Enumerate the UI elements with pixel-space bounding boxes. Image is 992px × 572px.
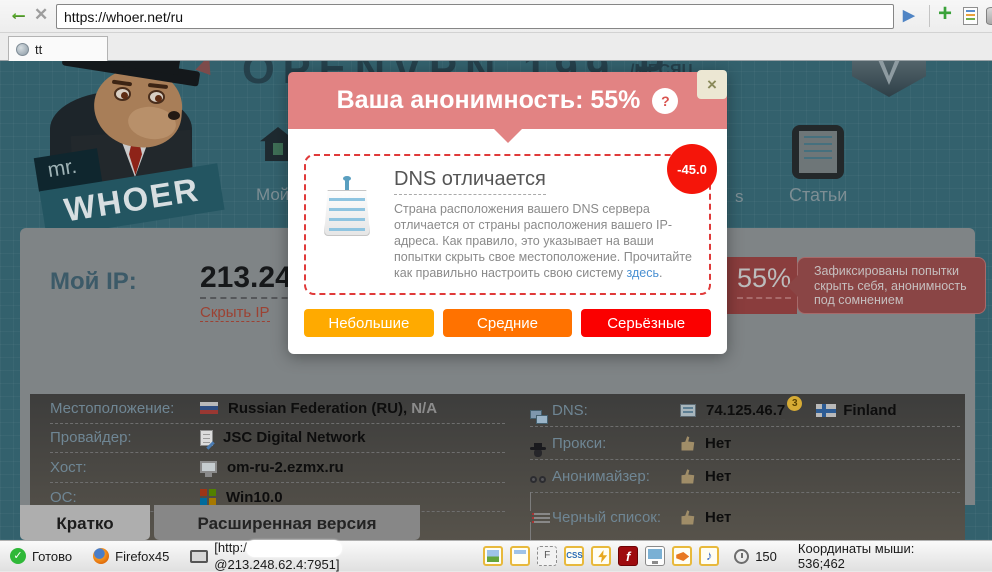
mouse-coordinates: Координаты мыши: 536;462: [798, 541, 982, 571]
server-icon: [680, 404, 696, 417]
row-value: Нет: [705, 435, 731, 452]
table-row: Местоположение: Russian Federation (RU),…: [50, 394, 505, 424]
page-style-icon[interactable]: [963, 7, 978, 25]
firefox-version: Firefox45: [115, 549, 169, 564]
proxy-computer-icon: [190, 550, 208, 563]
stop-icon[interactable]: ✕: [34, 5, 48, 25]
blacklist-icon: [530, 492, 552, 540]
anonymity-modal: × Ваша анонимность: 55% ? DNS отличается…: [288, 72, 727, 354]
monitor-icon: [200, 461, 217, 473]
row-label: Местоположение:: [50, 400, 200, 417]
row-value: Win10.0: [226, 489, 283, 506]
modal-title: Ваша анонимность: 55%: [337, 86, 641, 115]
info-table-right-column: DNS: 74.125.46.73 Finland Прокси: Нет Ан…: [530, 394, 960, 540]
anonymity-percent[interactable]: 55%: [737, 263, 791, 299]
row-value: om-ru-2.ezmx.ru: [227, 459, 344, 476]
table-row: Провайдер: JSC Digital Network: [50, 424, 505, 454]
dns-warning-box: DNS отличается Страна расположения вашег…: [304, 154, 711, 295]
table-row: Прокси: Нет: [530, 427, 960, 460]
url-input[interactable]: [56, 4, 894, 29]
page-viewport: OPENVPN 199 ₽ /МЕСЯЦ mr. WHOER Мой s Ста…: [0, 61, 992, 540]
provider-doc-icon: [200, 430, 213, 446]
help-icon[interactable]: ?: [652, 88, 678, 114]
dns-ip[interactable]: 74.125.46.7: [706, 402, 785, 420]
modal-header: Ваша анонимность: 55% ?: [288, 72, 727, 129]
tab-title: tt: [35, 42, 42, 57]
timer-icon: [734, 549, 749, 564]
modal-body: DNS отличается Страна расположения вашег…: [288, 129, 727, 354]
dns-server-icon: [318, 168, 380, 281]
tab-brief[interactable]: Кратко: [20, 505, 150, 540]
medium-issues-button[interactable]: Средние: [443, 309, 573, 337]
window-tool-icon[interactable]: [510, 546, 530, 566]
row-label: Анонимайзер:: [552, 468, 680, 485]
table-row: Хост: om-ru-2.ezmx.ru: [50, 453, 505, 483]
row-label: Провайдер:: [50, 429, 200, 446]
add-icon[interactable]: +: [938, 0, 952, 28]
row-label: Черный список:: [552, 509, 680, 526]
row-label: Прокси:: [552, 435, 680, 452]
timer-value: 150: [755, 549, 777, 564]
ready-check-icon: ✓: [10, 548, 26, 564]
anonymity-warning-bubble: Зафиксированы попытки скрыть себя, анони…: [797, 257, 986, 314]
table-row: Анонимайзер: Нет: [530, 460, 960, 493]
row-label: DNS:: [552, 402, 680, 419]
row-value: Нет: [705, 468, 731, 485]
here-link[interactable]: здесь: [627, 266, 659, 280]
tab-strip: tt: [0, 33, 992, 61]
browser-toolbar: ← ✕ ▶ +: [0, 0, 992, 33]
globe-icon: [16, 43, 29, 56]
windows-icon: [200, 489, 216, 505]
redacted-blob: [246, 540, 342, 557]
status-bar: ✓ Готово Firefox45 [http://@213.248.62.4…: [0, 540, 992, 571]
tab-extended[interactable]: Расширенная версия: [154, 505, 420, 540]
hide-ip-link[interactable]: Скрыть IP: [200, 304, 270, 322]
table-row: Черный список: Нет: [530, 493, 960, 540]
flag-ru-icon: [200, 402, 218, 414]
thumb-up-icon: [680, 436, 695, 451]
ready-status: Готово: [32, 549, 72, 564]
horn-tool-icon[interactable]: [672, 546, 692, 566]
minor-issues-button[interactable]: Небольшие: [304, 309, 434, 337]
proxy-address[interactable]: [http://@213.248.62.4:7951]: [214, 540, 462, 572]
database-icon[interactable]: [986, 7, 992, 25]
row-value: Нет: [705, 509, 731, 526]
row-label: ОС:: [50, 489, 200, 506]
row-value: JSC Digital Network: [223, 429, 366, 446]
music-tool-icon[interactable]: ♪: [699, 546, 719, 566]
lightning-tool-icon[interactable]: [591, 546, 611, 566]
toolbar-separator: [929, 5, 930, 27]
dns-count-badge[interactable]: 3: [787, 396, 802, 411]
flag-fi-icon: [816, 404, 836, 417]
thumb-up-icon: [680, 469, 695, 484]
image-tool-icon[interactable]: [483, 546, 503, 566]
nav-my-ip[interactable]: Мой: [256, 185, 289, 205]
whoer-mascot: mr. WHOER: [22, 61, 242, 231]
dns-country: Finland: [843, 402, 896, 419]
shield-logo: [852, 61, 926, 97]
penalty-badge: -45.0: [667, 144, 717, 194]
back-icon[interactable]: ←: [8, 1, 29, 25]
flash-icon[interactable]: f: [618, 546, 638, 566]
articles-icon[interactable]: [792, 125, 844, 179]
table-row: DNS: 74.125.46.73 Finland: [530, 394, 960, 427]
close-icon[interactable]: ×: [697, 70, 727, 99]
dns-warning-title[interactable]: DNS отличается: [394, 168, 546, 195]
row-value: Russian Federation (RU),N/A: [228, 400, 437, 417]
my-ip-label: Мой IP:: [50, 268, 137, 296]
row-label: Хост:: [50, 459, 200, 476]
browser-tab[interactable]: tt: [8, 36, 108, 61]
dns-warning-text: Страна расположения вашего DNS сервера о…: [394, 201, 695, 281]
nav-articles[interactable]: Статьи: [789, 185, 847, 206]
frame-tool-icon[interactable]: F: [537, 546, 557, 566]
css-tool-icon[interactable]: CSS: [564, 546, 584, 566]
go-icon[interactable]: ▶: [903, 6, 915, 24]
serious-issues-button[interactable]: Серьёзные: [581, 309, 711, 337]
nav-fragment[interactable]: s: [735, 187, 744, 207]
firefox-icon: [93, 548, 109, 564]
thumb-up-icon: [680, 510, 695, 525]
severity-buttons: Небольшие Средние Серьёзные: [304, 309, 711, 337]
screen-tool-icon[interactable]: [645, 546, 665, 566]
